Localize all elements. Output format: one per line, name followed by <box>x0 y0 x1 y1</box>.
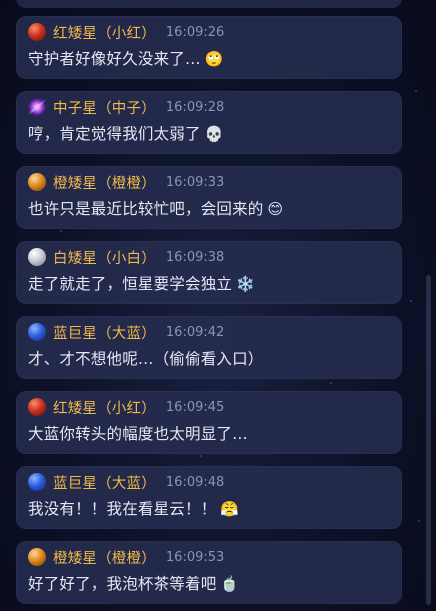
skull-icon: 💀 <box>204 125 224 143</box>
message-text: 守护者好像好久没来了… <box>28 50 201 68</box>
chat-message: 橙矮星（橙橙） 16:09:53 好了好了，我泡杯茶等着吧 🍵 <box>16 541 402 604</box>
message-text: 哼，肯定觉得我们太弱了 <box>28 125 201 143</box>
sender-name: 红矮星（小红） <box>53 400 156 417</box>
red-dwarf-avatar-icon <box>28 398 46 416</box>
white-dwarf-avatar-icon <box>28 248 46 266</box>
message-text: 才、才不想他呢…（偷偷看入口） <box>28 350 264 368</box>
orange-dwarf-avatar-icon <box>28 173 46 191</box>
chat-message: 蓝巨星（大蓝） 16:09:48 我没有！！我在看星云！！ 😤 <box>16 466 402 529</box>
sender-name: 橙矮星（橙橙） <box>53 550 156 567</box>
message-text: 我没有！！我在看星云！！ <box>28 500 217 518</box>
sender-name: 橙矮星（橙橙） <box>53 175 156 192</box>
message-time: 16:09:33 <box>165 174 225 190</box>
blue-giant-avatar-icon <box>28 323 46 341</box>
smiling-face-icon: 😊 <box>267 200 284 218</box>
face-with-rolling-eyes-icon: 🙄 <box>204 50 224 68</box>
chat-message: 橙矮星（橙橙） 16:09:33 也许只是最近比较忙吧，会回来的 😊 <box>16 166 402 229</box>
chat-message: 中子星（中子） 16:09:28 哼，肯定觉得我们太弱了 💀 <box>16 91 402 154</box>
message-text: 走了就走了，恒星要学会独立 <box>28 275 233 293</box>
blue-giant-avatar-icon <box>28 473 46 491</box>
message-time: 16:09:48 <box>165 474 225 490</box>
sender-name: 红矮星（小红） <box>53 25 156 42</box>
scrollbar-thumb[interactable] <box>426 275 431 605</box>
message-time: 16:09:26 <box>165 24 225 40</box>
message-time: 16:09:45 <box>165 399 225 415</box>
sender-name: 中子星（中子） <box>53 100 156 117</box>
chat-message: 白矮星（小白） 16:09:38 走了就走了，恒星要学会独立 ❄️ <box>16 241 402 304</box>
orange-dwarf-avatar-icon <box>28 548 46 566</box>
face-with-steam-icon: 😤 <box>220 500 240 518</box>
message-text: 大蓝你转头的幅度也太明显了… <box>28 425 248 443</box>
previous-message-card <box>16 0 402 8</box>
message-time: 16:09:53 <box>165 549 225 565</box>
tea-cup-icon: 🍵 <box>220 575 240 593</box>
message-text: 也许只是最近比较忙吧，会回来的 <box>28 200 264 218</box>
sender-name: 蓝巨星（大蓝） <box>53 475 156 492</box>
sender-name: 蓝巨星（大蓝） <box>53 325 156 342</box>
message-text: 好了好了，我泡杯茶等着吧 <box>28 575 217 593</box>
sender-name: 白矮星（小白） <box>53 250 156 267</box>
neutron-star-avatar-icon <box>28 98 46 116</box>
snowflake-icon: ❄️ <box>236 275 255 293</box>
chat-feed[interactable]: 红矮星（小红） 16:09:26 守护者好像好久没来了… 🙄 中子星（中子） 16… <box>0 0 420 611</box>
message-time: 16:09:28 <box>165 99 225 115</box>
message-time: 16:09:42 <box>165 324 225 340</box>
message-time: 16:09:38 <box>165 249 225 265</box>
red-dwarf-avatar-icon <box>28 23 46 41</box>
chat-message: 红矮星（小红） 16:09:45 大蓝你转头的幅度也太明显了… <box>16 391 402 454</box>
chat-message: 红矮星（小红） 16:09:26 守护者好像好久没来了… 🙄 <box>16 16 402 79</box>
chat-message: 蓝巨星（大蓝） 16:09:42 才、才不想他呢…（偷偷看入口） <box>16 316 402 379</box>
